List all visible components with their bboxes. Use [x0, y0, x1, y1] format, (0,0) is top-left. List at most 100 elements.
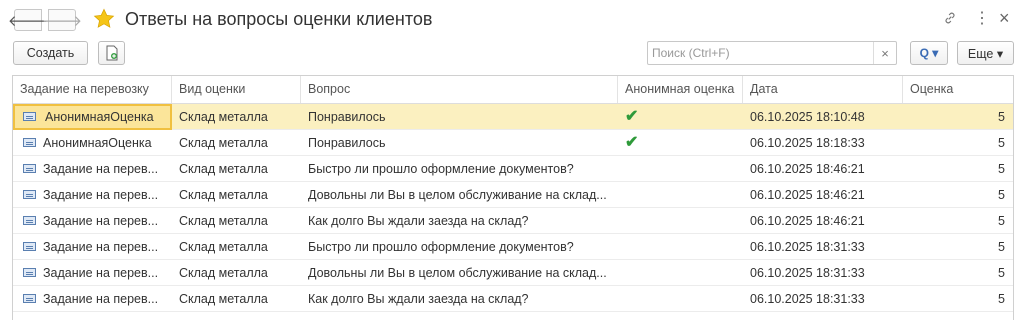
date-cell-text: 06.10.2025 18:46:21 [750, 188, 865, 202]
more-button[interactable]: Еще ▾ [957, 41, 1014, 65]
column-header-task[interactable]: Задание на перевозку [13, 76, 172, 103]
rating-kind-cell[interactable]: Склад металла [172, 234, 301, 260]
table-row[interactable]: Задание на перев... Склад металла Быстро л… [13, 234, 1013, 260]
rating-kind-cell-text: Склад металла [179, 292, 268, 306]
anonymous-cell[interactable] [618, 234, 743, 260]
rating-kind-cell-text: Склад металла [179, 136, 268, 150]
table-row[interactable]: АнонимнаяОценка Склад металла Понравилось ✔… [13, 104, 1013, 130]
date-cell[interactable]: 06.10.2025 18:31:33 [743, 286, 903, 312]
task-cell[interactable]: Задание на перев... [13, 260, 172, 286]
forward-button[interactable]: 🡒 [42, 9, 82, 31]
score-cell-text: 5 [998, 214, 1005, 228]
task-cell[interactable]: Задание на перев... [13, 156, 172, 182]
date-cell[interactable]: 06.10.2025 18:31:33 [743, 260, 903, 286]
task-cell[interactable]: Задание на перев... [13, 208, 172, 234]
anonymous-cell[interactable]: ✔ [618, 104, 743, 130]
question-cell-text: Довольны ли Вы в целом обслуживание на с… [308, 188, 607, 202]
date-cell[interactable]: 06.10.2025 18:31:33 [743, 234, 903, 260]
task-cell[interactable]: Задание на перев... [13, 182, 172, 208]
score-cell[interactable]: 5 [903, 104, 1013, 130]
date-cell[interactable]: 06.10.2025 18:46:21 [743, 156, 903, 182]
question-cell[interactable]: Быстро ли прошло оформление документов? [301, 234, 618, 260]
more-vertical-icon[interactable]: ⋮ [974, 10, 990, 28]
question-cell[interactable]: Довольны ли Вы в целом обслуживание на с… [301, 182, 618, 208]
task-cell[interactable]: АнонимнаяОценка [13, 104, 172, 130]
anonymous-cell[interactable]: ✔ [618, 130, 743, 156]
date-cell[interactable]: 06.10.2025 18:18:33 [743, 130, 903, 156]
arrow-right-icon: 🡒 [41, 12, 83, 30]
question-cell[interactable]: Довольны ли Вы в целом обслуживание на с… [301, 260, 618, 286]
favorite-star-icon[interactable] [93, 8, 115, 30]
rating-kind-cell[interactable]: Склад металла [172, 260, 301, 286]
task-cell[interactable]: Задание на перев... [13, 234, 172, 260]
rating-kind-cell-text: Склад металла [179, 240, 268, 254]
rating-kind-cell[interactable]: Склад металла [172, 286, 301, 312]
task-cell[interactable]: АнонимнаяОценка [13, 130, 172, 156]
table-row[interactable]: Задание на перев... Склад металла Довольны… [13, 182, 1013, 208]
rating-kind-cell-text: Склад металла [179, 266, 268, 280]
score-cell[interactable]: 5 [903, 260, 1013, 286]
search-input[interactable]: Поиск (Ctrl+F) × [647, 41, 897, 65]
table-row[interactable]: АнонимнаяОценка Склад металла Понравилось ✔… [13, 130, 1013, 156]
table-header: Задание на перевозку Вид оценки Вопрос Анон… [13, 76, 1013, 104]
question-cell[interactable]: Понравилось [301, 104, 618, 130]
column-header-anon[interactable]: Анонимная оценка [618, 76, 743, 103]
link-icon[interactable] [943, 11, 957, 25]
date-cell[interactable]: 06.10.2025 18:46:21 [743, 182, 903, 208]
table-row[interactable]: Задание на перев... Склад металла Как долг… [13, 286, 1013, 312]
score-cell-text: 5 [998, 240, 1005, 254]
score-cell[interactable]: 5 [903, 234, 1013, 260]
task-cell-text: Задание на перев... [43, 240, 159, 254]
score-cell[interactable]: 5 [903, 208, 1013, 234]
score-cell[interactable]: 5 [903, 286, 1013, 312]
create-button[interactable]: Создать [13, 41, 88, 65]
copy-button[interactable] [98, 41, 125, 65]
close-icon[interactable]: × [999, 9, 1010, 27]
score-cell-text: 5 [998, 266, 1005, 280]
question-cell[interactable]: Как долго Вы ждали заезда на склад? [301, 208, 618, 234]
score-cell[interactable]: 5 [903, 182, 1013, 208]
document-icon [23, 138, 36, 147]
anonymous-cell[interactable] [618, 182, 743, 208]
date-cell[interactable]: 06.10.2025 18:46:21 [743, 208, 903, 234]
search-button-label: Q ▾ [919, 46, 939, 60]
anonymous-cell[interactable] [618, 286, 743, 312]
score-cell[interactable]: 5 [903, 156, 1013, 182]
date-cell[interactable]: 06.10.2025 18:10:48 [743, 104, 903, 130]
task-cell-text: АнонимнаяОценка [45, 110, 154, 124]
question-cell-text: Понравилось [308, 136, 386, 150]
rating-kind-cell-text: Склад металла [179, 110, 268, 124]
copy-document-icon [106, 45, 117, 61]
task-cell-text: АнонимнаяОценка [43, 136, 152, 150]
table-row[interactable]: Задание на перев... Склад металла Как долг… [13, 208, 1013, 234]
answers-table: Задание на перевозку Вид оценки Вопрос Анон… [12, 75, 1014, 320]
date-cell-text: 06.10.2025 18:18:33 [750, 136, 865, 150]
back-button[interactable]: 🡐 [8, 9, 48, 31]
table-row[interactable]: Задание на перев... Склад металла Довольны… [13, 260, 1013, 286]
rating-kind-cell[interactable]: Склад металла [172, 104, 301, 130]
anonymous-cell[interactable] [618, 208, 743, 234]
anonymous-cell[interactable] [618, 156, 743, 182]
score-cell[interactable]: 5 [903, 130, 1013, 156]
search-button[interactable]: Q ▾ [910, 41, 948, 65]
column-header-score[interactable]: Оценка [903, 76, 1013, 103]
date-cell-text: 06.10.2025 18:31:33 [750, 240, 865, 254]
clear-search-icon[interactable]: × [873, 42, 896, 64]
question-cell[interactable]: Как долго Вы ждали заезда на склад? [301, 286, 618, 312]
anonymous-cell[interactable] [618, 260, 743, 286]
column-header-question[interactable]: Вопрос [301, 76, 618, 103]
score-cell-text: 5 [998, 110, 1005, 124]
task-cell[interactable]: Задание на перев... [13, 286, 172, 312]
question-cell[interactable]: Быстро ли прошло оформление документов? [301, 156, 618, 182]
score-cell-text: 5 [998, 188, 1005, 202]
column-header-date[interactable]: Дата [743, 76, 903, 103]
rating-kind-cell[interactable]: Склад металла [172, 208, 301, 234]
rating-kind-cell-text: Склад металла [179, 214, 268, 228]
question-cell[interactable]: Понравилось [301, 130, 618, 156]
rating-kind-cell[interactable]: Склад металла [172, 182, 301, 208]
table-row[interactable]: Задание на перев... Склад металла Быстро л… [13, 156, 1013, 182]
rating-kind-cell[interactable]: Склад металла [172, 156, 301, 182]
column-header-kind[interactable]: Вид оценки [172, 76, 301, 103]
question-cell-text: Как долго Вы ждали заезда на склад? [308, 214, 529, 228]
rating-kind-cell[interactable]: Склад металла [172, 130, 301, 156]
